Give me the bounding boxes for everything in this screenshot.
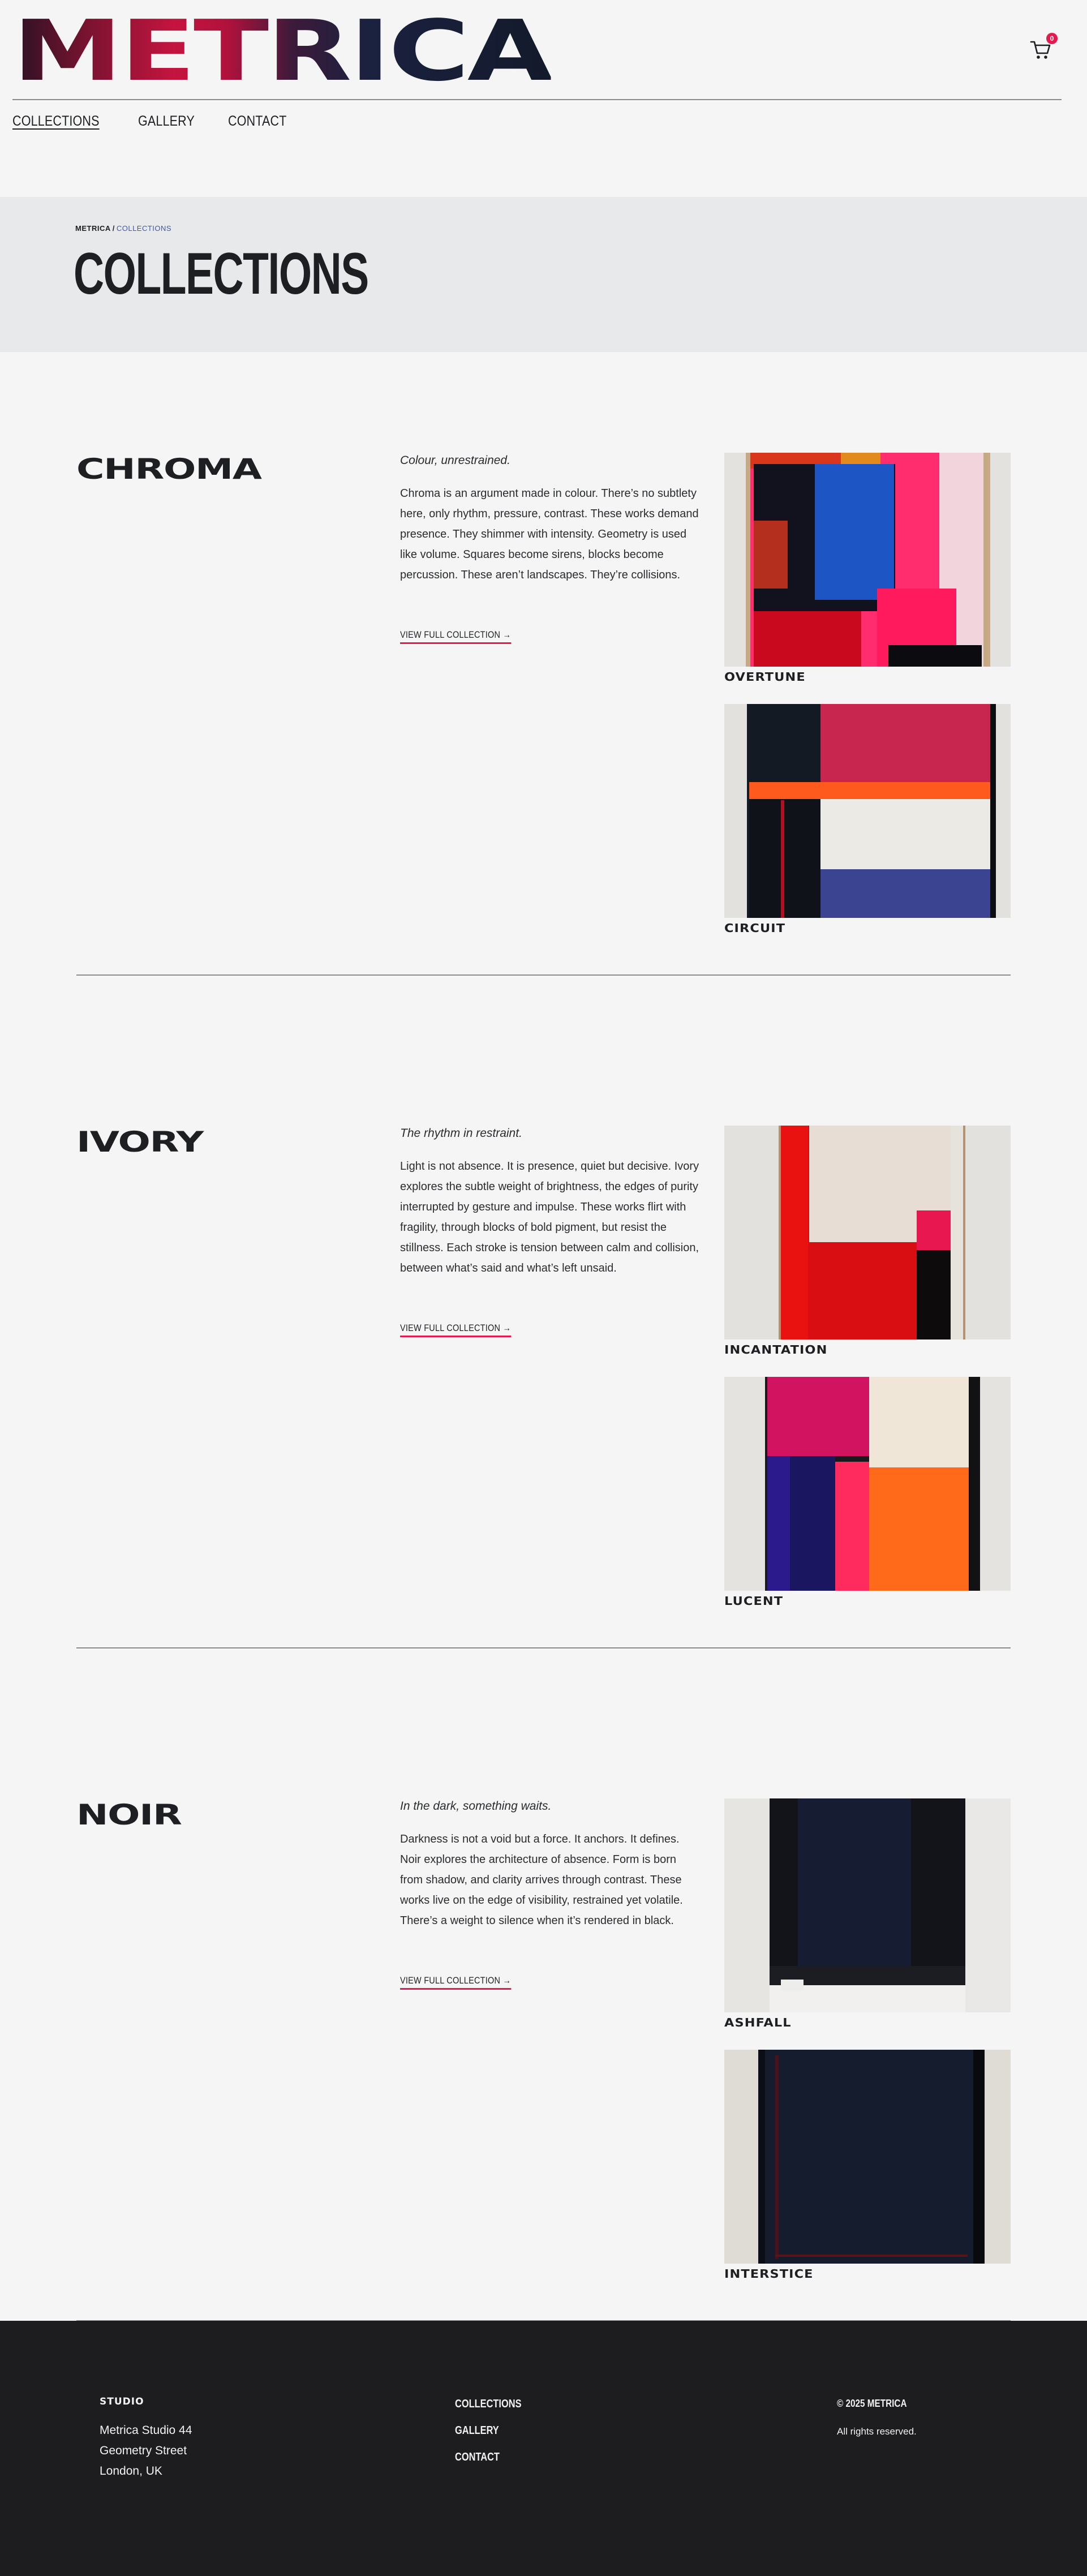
footer-nav-contact[interactable]: CONTACT: [455, 2451, 522, 2464]
artwork-image-lucent[interactable]: [724, 1377, 1011, 1591]
breadcrumb-separator: /: [112, 224, 115, 233]
artwork-image-circuit[interactable]: [724, 704, 1011, 918]
section-divider: [76, 1647, 1011, 1648]
footer-address: Metrica Studio 44 Geometry Street London…: [100, 2424, 192, 2478]
artwork-title[interactable]: LUCENT: [724, 1594, 783, 1608]
artwork-image-incantation[interactable]: [724, 1126, 1011, 1339]
collection-ivory: IVORY The rhythm in restraint. Light is …: [0, 1126, 1087, 1799]
view-collection-link[interactable]: VIEW FULL COLLECTION →: [400, 1975, 512, 1990]
site-header: METRICA 0 COLLECTIONS GALLERY CONTACT: [0, 0, 1087, 198]
collection-description: Light is not absence. It is presence, qu…: [400, 1160, 699, 1274]
header-divider: [12, 99, 1062, 100]
breadcrumb: METRICA / COLLECTIONS: [75, 224, 171, 233]
collection-title: CHROMA: [76, 453, 262, 486]
artwork-title[interactable]: ASHFALL: [724, 2016, 792, 2029]
brand-logo[interactable]: METRICA: [12, 9, 553, 93]
page-title: COLLECTIONS: [74, 241, 369, 307]
footer-studio-heading: STUDIO: [100, 2396, 144, 2407]
artwork-title[interactable]: OVERTUNE: [724, 670, 806, 684]
site-footer: STUDIO Metrica Studio 44 Geometry Street…: [0, 2321, 1087, 2576]
artwork-image-interstice[interactable]: [724, 2050, 1011, 2264]
footer-nav-collections[interactable]: COLLECTIONS: [455, 2398, 522, 2411]
artwork-image-ashfall[interactable]: [724, 1798, 1011, 2012]
footer-copyright: © 2025 METRICA: [837, 2398, 907, 2409]
footer-nav: COLLECTIONS GALLERY CONTACT: [455, 2398, 536, 2464]
artwork-image-overtune[interactable]: [724, 453, 1011, 667]
artwork-title[interactable]: INTERSTICE: [724, 2267, 814, 2281]
footer-nav-gallery[interactable]: GALLERY: [455, 2424, 522, 2437]
breadcrumb-current: COLLECTIONS: [116, 224, 172, 233]
collection-title: NOIR: [76, 1798, 182, 1831]
nav-item-collections[interactable]: COLLECTIONS: [12, 113, 100, 130]
collection-description: Darkness is not a void but a force. It a…: [400, 1833, 683, 1927]
nav-item-contact[interactable]: CONTACT: [228, 113, 287, 130]
artwork-title[interactable]: INCANTATION: [724, 1343, 827, 1356]
collection-tagline: Colour, unrestrained.: [400, 454, 510, 467]
view-collection-link[interactable]: VIEW FULL COLLECTION →: [400, 629, 512, 644]
cart-count-badge: 0: [1046, 33, 1058, 44]
section-divider: [76, 974, 1011, 976]
collection-tagline: In the dark, something waits.: [400, 1800, 552, 1813]
artwork-title[interactable]: CIRCUIT: [724, 921, 785, 935]
footer-rights: All rights reserved.: [837, 2426, 917, 2437]
view-collection-link[interactable]: VIEW FULL COLLECTION →: [400, 1323, 512, 1337]
collection-description: Chroma is an argument made in colour. Th…: [400, 487, 699, 581]
main-nav: COLLECTIONS GALLERY CONTACT: [12, 113, 296, 130]
nav-item-gallery[interactable]: GALLERY: [138, 113, 195, 130]
collection-chroma: CHROMA Colour, unrestrained. Chroma is a…: [0, 453, 1087, 1126]
page-hero: METRICA / COLLECTIONS COLLECTIONS: [0, 197, 1087, 352]
collection-tagline: The rhythm in restraint.: [400, 1127, 522, 1140]
collection-title: IVORY: [76, 1126, 204, 1158]
breadcrumb-home[interactable]: METRICA: [75, 224, 111, 233]
